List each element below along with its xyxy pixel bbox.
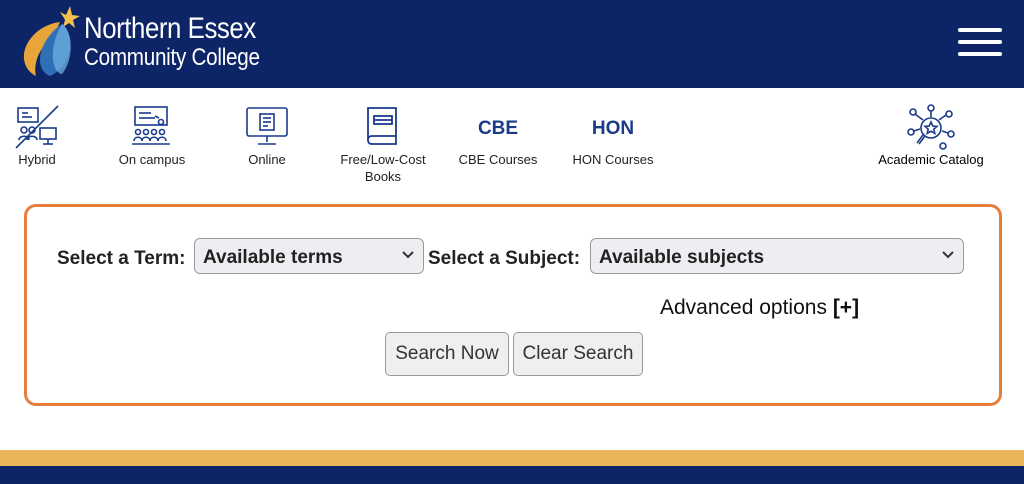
term-label: Select a Term: <box>57 248 186 269</box>
cbe-abbreviation: CBE <box>477 118 519 139</box>
brand-line-2: Community College <box>84 44 260 71</box>
mode-link-on-campus[interactable]: On campus <box>112 104 192 167</box>
mode-label-cbe: CBE Courses <box>458 152 538 167</box>
hybrid-classroom-icon <box>15 105 59 149</box>
term-select-value: Available terms <box>203 247 343 268</box>
course-mode-links: Hybrid On campus Online Free/Low-Cost Bo… <box>0 88 1024 198</box>
mode-label-hybrid: Hybrid <box>18 152 56 167</box>
chevron-down-icon <box>402 251 414 259</box>
footer-navy-bar <box>0 466 1024 484</box>
mode-label-academic-catalog: Academic Catalog <box>878 152 984 167</box>
mode-label-on-campus: On campus <box>118 152 186 167</box>
mode-label-books-line-2: Books <box>364 169 402 184</box>
college-name[interactable]: Northern Essex Community College <box>84 14 314 72</box>
book-icon <box>367 107 397 145</box>
mode-link-online[interactable]: Online <box>236 104 298 167</box>
subject-select-value: Available subjects <box>599 247 765 268</box>
subject-select[interactable]: Available subjects <box>590 238 964 274</box>
mode-link-books[interactable]: Free/Low-Cost Books <box>336 104 430 184</box>
footer-gold-stripe <box>0 450 1024 466</box>
site-header: Northern Essex Community College <box>0 0 1024 88</box>
mode-link-hon[interactable]: HON HON Courses <box>566 104 660 167</box>
term-select[interactable]: Available terms <box>194 238 424 274</box>
hon-abbreviation: HON <box>591 118 635 139</box>
mode-link-academic-catalog[interactable]: Academic Catalog <box>870 104 992 167</box>
hamburger-menu-icon[interactable] <box>954 20 1004 60</box>
subject-label: Select a Subject: <box>428 248 581 269</box>
advanced-options-label: Advanced options <box>660 296 827 319</box>
brand-line-1: Northern Essex <box>84 12 256 45</box>
chevron-down-icon <box>942 251 954 259</box>
clear-search-button[interactable]: Clear Search <box>513 332 643 376</box>
search-now-button[interactable]: Search Now <box>385 332 509 376</box>
catalog-network-search-icon <box>907 104 955 150</box>
necc-star-logo-icon[interactable] <box>20 4 84 78</box>
mode-label-online: Online <box>248 152 286 167</box>
mode-label-books-line-1: Free/Low-Cost <box>340 152 426 167</box>
advanced-options: Advanced options [+] <box>660 296 859 320</box>
course-search-panel: Select a Term: Available terms Select a … <box>24 204 1002 406</box>
computer-monitor-icon <box>246 107 288 145</box>
mode-link-cbe[interactable]: CBE CBE Courses <box>456 104 540 167</box>
lecture-classroom-icon <box>132 106 170 145</box>
mode-link-hybrid[interactable]: Hybrid <box>6 104 68 167</box>
mode-label-hon: HON Courses <box>572 152 654 167</box>
advanced-options-toggle[interactable]: [+] <box>833 296 859 319</box>
